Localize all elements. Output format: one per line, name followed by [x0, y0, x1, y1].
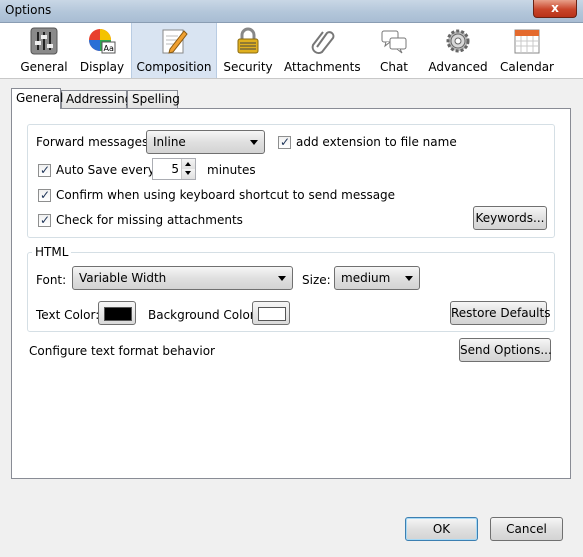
general-tab-panel: Forward messages: Inline ✓ add extension…	[11, 108, 571, 479]
tab-label: Addressing	[66, 92, 133, 106]
autosave-unit-label: minutes	[207, 163, 256, 177]
forward-messages-dropdown[interactable]: Inline	[146, 130, 265, 154]
text-color-button[interactable]	[98, 301, 136, 325]
tab-label: General	[16, 91, 64, 105]
size-value: medium	[341, 271, 391, 285]
text-color-swatch	[104, 307, 132, 321]
tab-spelling[interactable]: Spelling	[127, 90, 180, 108]
pencil-paper-icon	[162, 29, 188, 54]
pane-general[interactable]: General	[18, 23, 70, 78]
close-icon: x	[551, 1, 559, 15]
pane-calendar[interactable]: Calendar	[499, 23, 555, 78]
pane-security[interactable]: Security	[221, 23, 275, 78]
forwarding-group: Forward messages: Inline ✓ add extension…	[27, 124, 555, 238]
sliders-icon	[30, 27, 58, 55]
window-title: Options	[5, 3, 52, 17]
confirm-shortcut-checkbox[interactable]: ✓	[38, 188, 51, 202]
pane-label: Chat	[379, 60, 409, 74]
background-color-button[interactable]	[252, 301, 290, 325]
send-options-button[interactable]: Send Options...	[459, 338, 552, 362]
pane-attachments[interactable]: Attachments	[284, 23, 361, 78]
svg-text:Aa: Aa	[104, 44, 114, 53]
gear-icon	[446, 29, 470, 53]
restore-defaults-button[interactable]: Restore Defaults	[450, 301, 550, 325]
autosave-minutes-stepper[interactable]: 5	[152, 158, 196, 180]
pane-composition[interactable]: Composition	[131, 23, 217, 78]
chevron-down-icon	[250, 140, 258, 145]
tab-general[interactable]: General	[11, 88, 64, 109]
background-color-swatch	[258, 307, 286, 321]
cancel-button[interactable]: Cancel	[490, 517, 563, 541]
preferences-toolbar: General Aa Display Composition Security …	[0, 23, 583, 79]
calendar-icon	[514, 29, 540, 54]
pane-label: Security	[223, 60, 273, 74]
forward-messages-label: Forward messages:	[36, 135, 153, 149]
size-label: Size:	[302, 273, 331, 287]
html-group-legend: HTML	[32, 245, 72, 259]
pane-chat[interactable]: Chat	[372, 23, 416, 78]
pane-label: Advanced	[428, 60, 488, 74]
title-bar[interactable]: Options x	[0, 0, 583, 23]
html-group: HTML Font: Variable Width Size: medium T…	[27, 245, 555, 332]
pane-label: Composition	[136, 60, 212, 74]
send-format-label: Configure text format behavior	[29, 344, 215, 358]
font-dropdown[interactable]: Variable Width	[72, 266, 293, 290]
pane-label: Attachments	[284, 60, 361, 74]
autosave-minutes-value: 5	[171, 162, 179, 176]
pane-display[interactable]: Aa Display	[76, 23, 128, 78]
missing-attachments-label: Check for missing attachments	[56, 213, 243, 227]
tab-label: Spelling	[132, 92, 180, 106]
confirm-shortcut-label: Confirm when using keyboard shortcut to …	[56, 188, 396, 202]
keywords-button[interactable]: Keywords...	[473, 206, 547, 230]
ok-button[interactable]: OK	[405, 517, 478, 541]
background-color-label: Background Color:	[148, 308, 259, 322]
autosave-checkbox[interactable]: ✓	[38, 163, 51, 177]
add-extension-label: add extension to file name	[296, 135, 457, 149]
stepper-down-button[interactable]	[182, 169, 195, 179]
pane-label: General	[20, 60, 68, 74]
checkmark-icon: ✓	[280, 135, 291, 149]
padlock-icon	[237, 27, 259, 54]
checkmark-icon: ✓	[40, 213, 51, 227]
tab-addressing[interactable]: Addressing	[61, 90, 132, 108]
pane-label: Calendar	[500, 60, 554, 74]
stepper-buttons	[181, 159, 195, 179]
forward-messages-value: Inline	[153, 135, 186, 149]
pane-label: Display	[79, 60, 125, 74]
arrow-up-icon	[185, 162, 191, 166]
chevron-down-icon	[278, 276, 286, 281]
font-label: Font:	[36, 273, 67, 287]
autosave-label: Auto Save every	[56, 163, 155, 177]
close-button[interactable]: x	[533, 0, 577, 18]
add-extension-checkbox[interactable]: ✓	[278, 135, 291, 149]
arrow-down-icon	[185, 171, 191, 175]
paperclip-icon	[311, 31, 335, 55]
chevron-down-icon	[405, 276, 413, 281]
size-dropdown[interactable]: medium	[334, 266, 420, 290]
text-color-label: Text Color:	[36, 308, 100, 322]
pane-advanced[interactable]: Advanced	[427, 23, 489, 78]
checkmark-icon: ✓	[40, 163, 51, 177]
font-value: Variable Width	[79, 271, 167, 285]
chat-bubbles-icon	[381, 30, 407, 54]
missing-attachments-checkbox[interactable]: ✓	[38, 213, 51, 227]
checkmark-icon: ✓	[40, 188, 51, 202]
display-palette-icon: Aa	[89, 29, 116, 54]
